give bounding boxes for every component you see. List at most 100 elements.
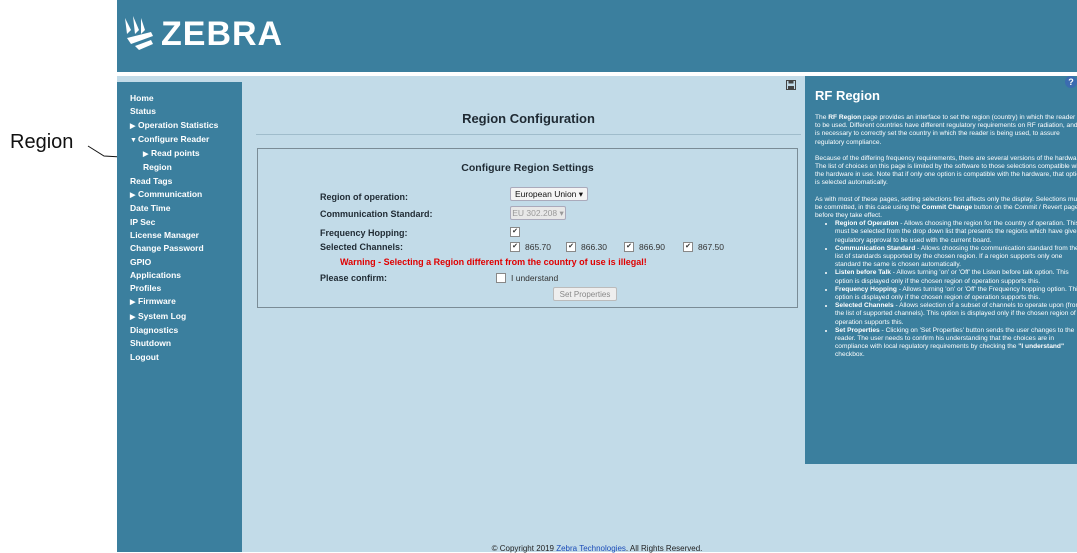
help-text: The [815,114,829,121]
save-icon[interactable] [786,80,796,90]
frequency-hopping-checkbox[interactable]: ✔ [510,227,525,237]
checkbox-box [496,273,506,283]
bullet-head: Selected Channels [835,302,894,310]
channel-label: 866.90 [639,242,665,252]
hopping-label: Frequency Hopping: [320,228,408,238]
channel-checkbox[interactable]: ✔ 866.90 [624,242,665,252]
sidebar-item-shutdown[interactable]: Shutdown [117,337,242,350]
sidebar-item-label: Operation Statistics [138,119,219,130]
sidebar-item-label: Region [143,162,172,173]
help-paragraph: Because of the differing frequency requi… [815,154,1077,187]
bullet-head: Set Properties [835,326,880,334]
checkbox-box: ✔ [566,242,576,252]
confirm-label: Please confirm: [320,273,388,283]
channel-checkbox[interactable]: ✔ 866.30 [566,242,607,252]
channel-checkbox[interactable]: ✔ 867.50 [683,242,724,252]
help-bullet: Selected Channels - Allows selection of … [835,302,1077,327]
channels-label: Selected Channels: [320,242,404,252]
region-warning: Warning - Selecting a Region different f… [340,257,647,267]
sidebar-item-label: Applications [130,269,182,280]
help-bullet: Set Properties - Clicking on 'Set Proper… [835,327,1077,360]
sidebar-item-label: Status [130,106,156,117]
sidebar-item-label: IP Sec [130,216,156,227]
page-title: Region Configuration [462,111,595,126]
bullet-text: checkbox. [835,351,865,359]
channel-label: 867.50 [698,242,724,252]
help-bullet-list: Region of Operation - Allows choosing th… [815,220,1077,359]
sidebar-item-label: Home [130,93,154,103]
bullet-head: "I understand" [1018,343,1065,351]
sidebar-item-configure-reader[interactable]: ▼Configure Reader [117,133,242,147]
region-label: Region of operation: [320,192,408,202]
sidebar-item-label: Date Time [130,203,171,214]
help-title: RF Region [815,88,880,103]
sidebar-item-label: Logout [130,351,159,362]
help-icon[interactable]: ? [1065,76,1077,88]
sidebar-item-communication[interactable]: ▶ Communication [117,188,242,202]
understand-label: I understand [511,273,559,283]
sidebar-item-profiles[interactable]: Profiles [117,282,242,295]
channel-checkbox[interactable]: ✔ 865.70 [510,242,551,252]
callout-label: Region [10,131,74,153]
checkbox-box: ✔ [624,242,634,252]
channel-label: 865.70 [525,242,551,252]
region-select[interactable]: European Union ▾ [510,187,588,201]
chevron-right-icon: ▶ [130,122,136,130]
understand-checkbox[interactable]: I understand [496,273,558,283]
sidebar-nav: Home Status ▶ Operation Statistics ▼Configur… [117,82,242,364]
standard-select[interactable]: EU 302.208 ▾ [510,206,566,220]
sidebar-item-label: Shutdown [130,338,172,349]
help-paragraph: As with most of these pages, setting sel… [815,196,1077,221]
bullet-head: Frequency Hopping [835,285,897,293]
sidebar-item-label: Read points [151,148,200,159]
sidebar-item-status[interactable]: Status [117,105,242,118]
sidebar-item-firmware[interactable]: ▶ Firmware [117,295,242,309]
sidebar-item-system-log[interactable]: ▶ System Log [117,310,242,324]
checkbox-box: ✔ [683,242,693,252]
sidebar-item-read-tags[interactable]: Read Tags [117,175,242,188]
sidebar-item-logout[interactable]: Logout [117,351,242,364]
help-bullet: Communication Standard - Allows choosing… [835,245,1077,270]
sidebar-item-region[interactable]: Region [117,161,242,174]
help-bold-text: RF Region [828,114,862,121]
chevron-right-icon: ▶ [130,313,136,321]
sidebar-item-label: Change Password [130,243,204,254]
chevron-right-icon: ▶ [143,151,149,159]
bullet-head: Communication Standard [835,244,916,252]
set-properties-button[interactable]: Set Properties [553,287,617,301]
sidebar-item-label: Profiles [130,283,162,294]
channel-label: 866.30 [581,242,607,252]
sidebar-item-label: System Log [138,310,187,321]
sidebar: Home Status ▶ Operation Statistics ▼Configur… [117,82,242,552]
sidebar-item-change-password[interactable]: Change Password [117,242,242,255]
sidebar-item-operation-statistics[interactable]: ▶ Operation Statistics [117,119,242,133]
box-title: Configure Region Settings [461,162,594,174]
checkbox-box: ✔ [510,242,520,252]
help-paragraph: The RF Region page provides an interface… [815,114,1077,147]
sidebar-item-license-manager[interactable]: License Manager [117,229,242,242]
sidebar-item-gpio[interactable]: GPIO [117,256,242,269]
sidebar-item-label: Firmware [138,296,176,307]
sidebar-item-applications[interactable]: Applications [117,269,242,282]
logo-text: ZEBRA [161,14,284,53]
sidebar-item-label: Configure Reader [138,133,210,144]
sidebar-item-label: GPIO [130,256,152,267]
help-bullet: Frequency Hopping - Allows turning 'on' … [835,286,1077,302]
sidebar-item-diagnostics[interactable]: Diagnostics [117,324,242,337]
help-body: The RF Region page provides an interface… [815,114,1077,360]
sidebar-item-read-points[interactable]: ▶ Read points [117,147,242,161]
chevron-down-icon: ▼ [130,136,137,144]
sidebar-item-ip-sec[interactable]: IP Sec [117,216,242,229]
chevron-right-icon: ▶ [130,192,136,200]
sidebar-item-home[interactable]: Home [117,92,242,105]
header-bar: ZEBRA [117,0,1077,72]
bullet-head: Region of Operation [835,220,899,228]
chevron-right-icon: ▶ [130,299,136,307]
sidebar-item-label: License Manager [130,229,199,240]
sidebar-item-label: Read Tags [130,175,173,186]
sidebar-item-label: Diagnostics [130,325,179,336]
sidebar-item-date-time[interactable]: Date Time [117,202,242,215]
checkbox-box: ✔ [510,227,520,237]
region-settings-box: Configure Region Settings Region of oper… [257,148,798,308]
title-divider [256,134,801,135]
